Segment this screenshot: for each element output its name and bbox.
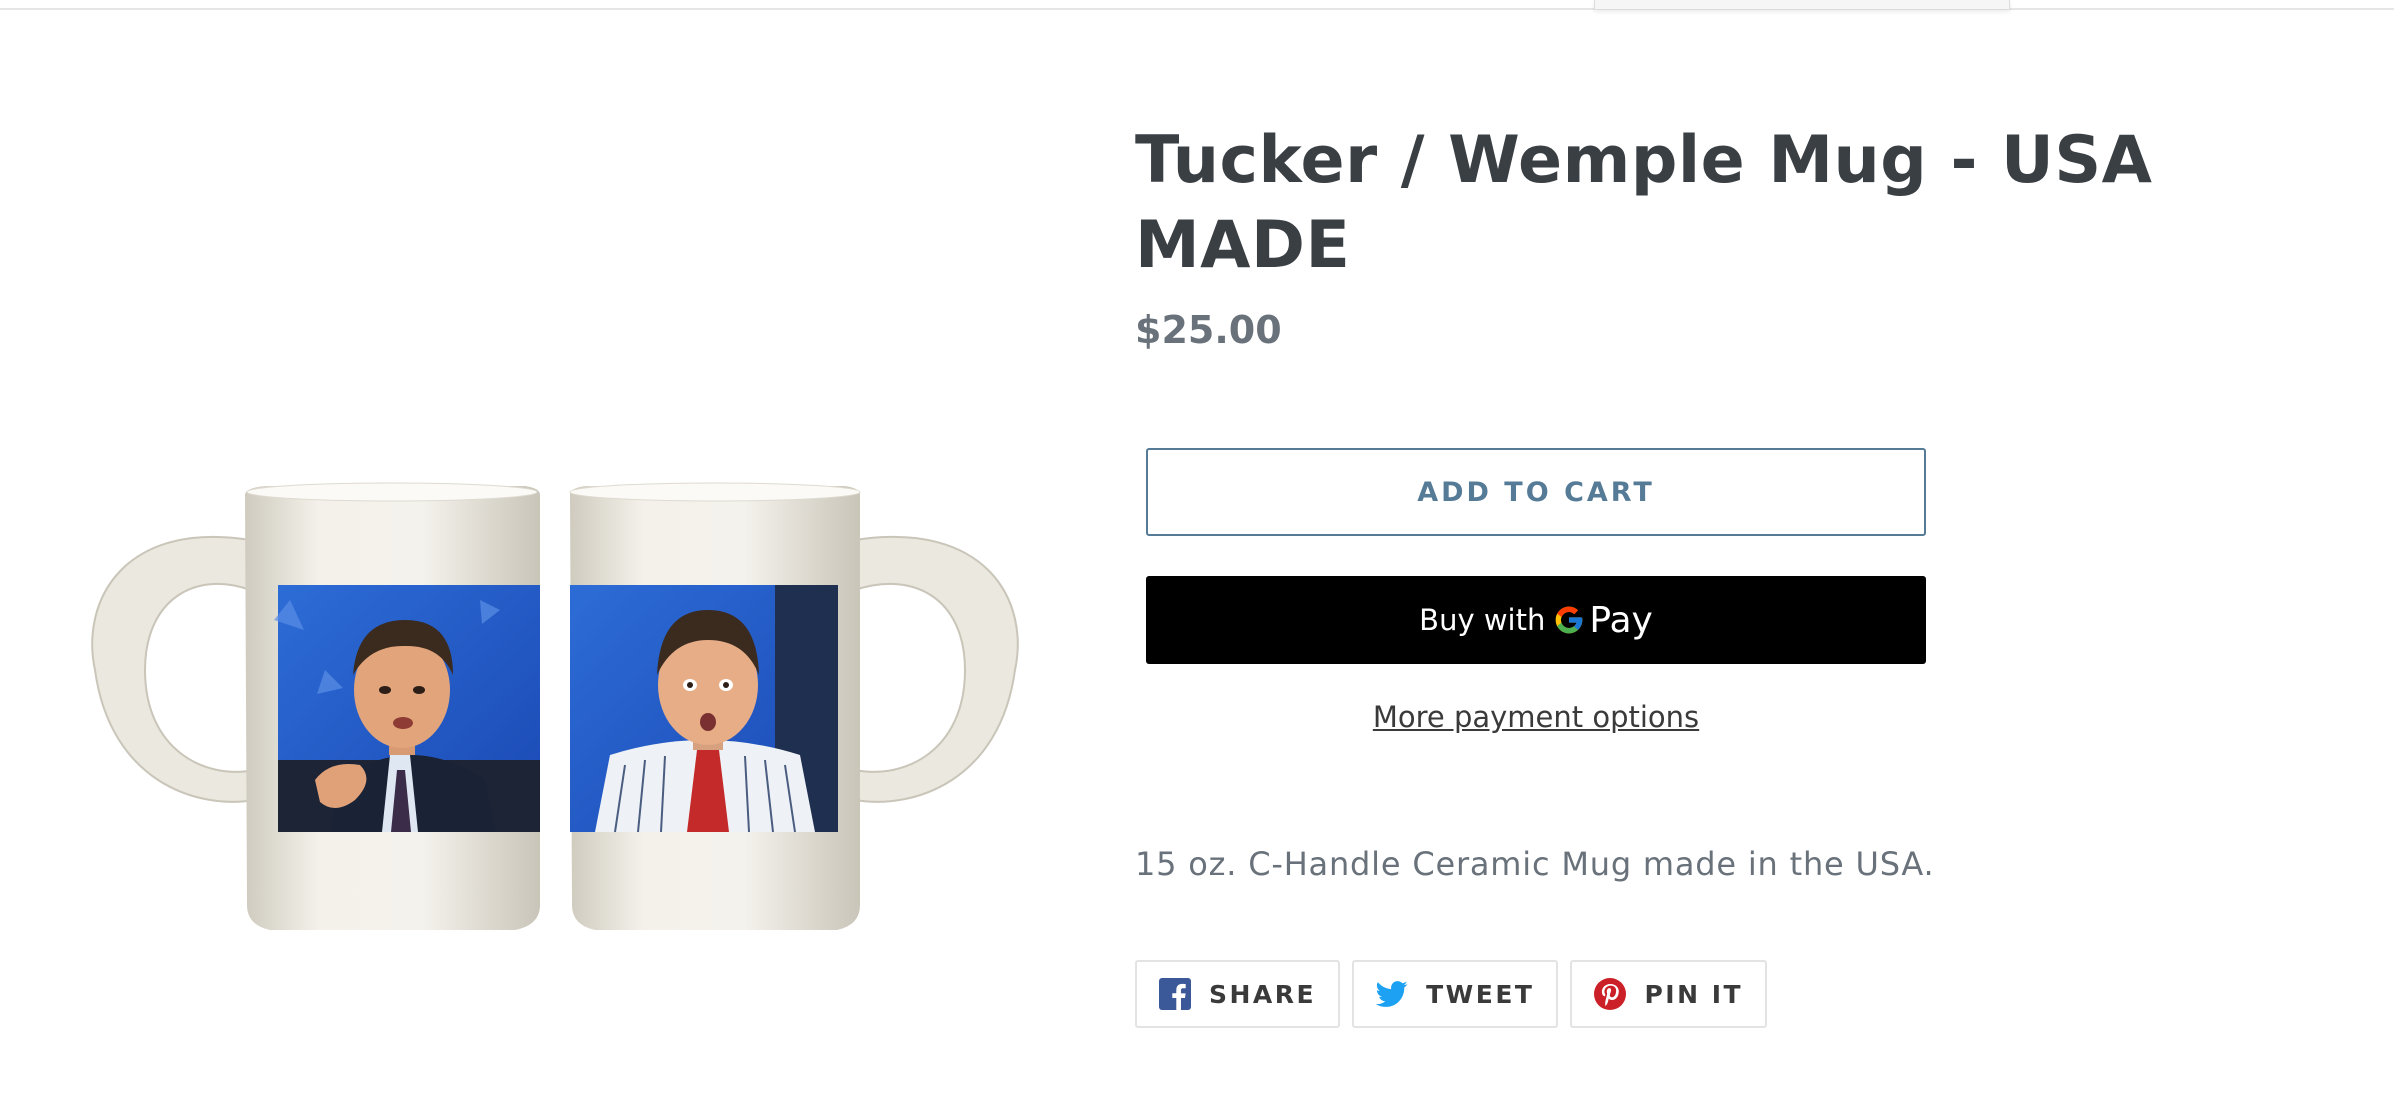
product-description: 15 oz. C-Handle Ceramic Mug made in the … bbox=[1135, 845, 1935, 883]
facebook-icon bbox=[1159, 978, 1191, 1010]
right-mug bbox=[569, 482, 1019, 930]
social-share-bar: SHARE TWEET PIN IT bbox=[1135, 960, 1779, 1028]
product-title: Tucker / Wemple Mug - USA MADE bbox=[1135, 123, 2153, 283]
twitter-icon bbox=[1376, 981, 1408, 1007]
left-mug-print bbox=[274, 585, 540, 832]
pinterest-pin-label: PIN IT bbox=[1644, 979, 1744, 1009]
gpay-pay-label: Pay bbox=[1589, 599, 1653, 641]
twitter-tweet-button[interactable]: TWEET bbox=[1352, 960, 1559, 1028]
dropdown-menu-edge bbox=[1594, 0, 2010, 10]
header-divider bbox=[0, 8, 2394, 10]
google-g-icon bbox=[1556, 606, 1583, 634]
facebook-share-label: SHARE bbox=[1209, 979, 1317, 1009]
add-to-cart-button[interactable]: ADD TO CART bbox=[1146, 448, 1926, 536]
product-price: $25.00 bbox=[1135, 308, 1282, 352]
right-mug-print bbox=[570, 585, 838, 833]
facebook-share-button[interactable]: SHARE bbox=[1135, 960, 1341, 1028]
gpay-buy-label: Buy with bbox=[1419, 603, 1546, 637]
left-mug bbox=[91, 482, 540, 930]
pinterest-icon bbox=[1594, 978, 1627, 1010]
google-pay-button[interactable]: Buy with Pay bbox=[1146, 576, 1926, 664]
more-payment-options-link[interactable]: More payment options bbox=[1146, 700, 1926, 734]
pinterest-pin-button[interactable]: PIN IT bbox=[1570, 960, 1768, 1028]
product-image[interactable] bbox=[85, 480, 1025, 940]
twitter-tweet-label: TWEET bbox=[1426, 979, 1535, 1009]
